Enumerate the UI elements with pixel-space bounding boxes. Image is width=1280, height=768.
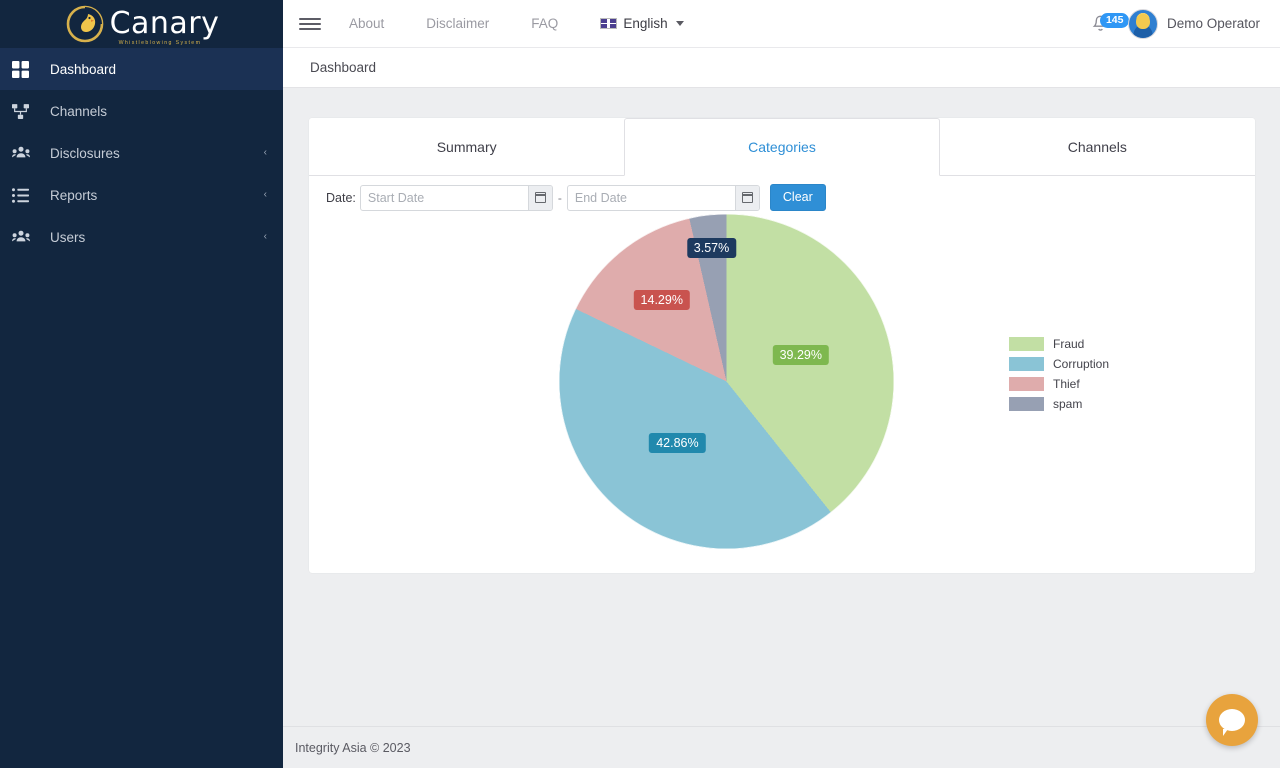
tab-categories[interactable]: Categories — [624, 118, 940, 176]
sidebar-item-label: Users — [50, 229, 86, 245]
main-region: About Disclaimer FAQ English 145 Demo Op… — [283, 0, 1280, 768]
sidebar-item-reports[interactable]: Reports ‹ — [0, 174, 283, 216]
sidebar-item-label: Disclosures — [50, 145, 120, 161]
pie-label-spam: 3.57% — [686, 238, 737, 259]
sidebar-item-disclosures[interactable]: Disclosures ‹ — [0, 132, 283, 174]
end-date-placeholder: End Date — [574, 190, 628, 205]
nav-link-disclaimer[interactable]: Disclaimer — [426, 16, 489, 31]
sidebar-item-label: Dashboard — [50, 61, 117, 77]
sidebar-item-channels[interactable]: Channels — [0, 90, 283, 132]
legend-item[interactable]: Corruption — [1009, 357, 1109, 371]
sitemap-icon — [12, 103, 40, 120]
dashboard-card: Summary Categories Channels Date: Start … — [309, 118, 1255, 573]
breadcrumb-current: Dashboard — [310, 60, 377, 75]
legend-label: Fraud — [1053, 337, 1085, 351]
legend-label: Thief — [1053, 377, 1080, 391]
page-footer: Integrity Asia © 2023 — [283, 726, 1280, 768]
legend-swatch — [1009, 337, 1044, 351]
sidebar-item-users[interactable]: Users ‹ — [0, 216, 283, 258]
calendar-icon — [534, 192, 547, 203]
nav-link-faq[interactable]: FAQ — [531, 16, 558, 31]
content-area: Summary Categories Channels Date: Start … — [283, 88, 1280, 726]
language-selector[interactable]: English — [600, 16, 684, 31]
calendar-icon — [741, 192, 754, 203]
chat-bubble-glyph — [1219, 709, 1245, 736]
pie-chart-graphic: 39.29% 42.86% 14.29% 3.57% — [559, 214, 894, 549]
topbar-right-group: 145 Demo Operator — [1092, 8, 1260, 39]
pie-label-thief: 14.29% — [633, 290, 690, 311]
pie-label-corruption: 42.86% — [649, 433, 706, 454]
notifications-button[interactable]: 145 — [1092, 11, 1130, 37]
user-name[interactable]: Demo Operator — [1167, 16, 1260, 31]
date-range-separator: - — [557, 190, 562, 205]
sidebar-item-label: Reports — [50, 187, 98, 203]
breadcrumb: Dashboard — [283, 48, 1280, 88]
brand-name: Canary — [109, 6, 220, 41]
uk-flag-icon — [600, 18, 618, 29]
footer-text: Integrity Asia © 2023 — [295, 740, 411, 755]
nav-link-about[interactable]: About — [349, 16, 384, 31]
date-filter-row: Date: Start Date - End Date Clear — [309, 176, 1255, 211]
brand-logo-area[interactable]: Canary Whistleblowing System — [0, 0, 283, 48]
pie-slices[interactable] — [559, 214, 894, 549]
legend-swatch — [1009, 397, 1044, 411]
chevron-down-icon — [675, 21, 684, 26]
sidebar: Canary Whistleblowing System Dashboard C… — [0, 0, 283, 768]
canary-bird-logo — [64, 3, 106, 45]
hamburger-icon[interactable] — [297, 11, 323, 37]
start-date-field[interactable]: Start Date — [359, 184, 553, 211]
start-date-calendar-button[interactable] — [527, 185, 552, 210]
tab-bar: Summary Categories Channels — [309, 118, 1255, 176]
pie-label-fraud: 39.29% — [772, 345, 829, 366]
notification-count-badge: 145 — [1099, 12, 1130, 28]
end-date-field[interactable]: End Date — [566, 184, 760, 211]
brand-tagline: Whistleblowing System — [118, 39, 202, 46]
categories-pie-chart: 39.29% 42.86% 14.29% 3.57% Fraud Corrupt… — [309, 211, 1255, 561]
start-date-placeholder: Start Date — [367, 190, 425, 205]
legend-label: spam — [1053, 397, 1083, 411]
top-navbar: About Disclaimer FAQ English 145 Demo Op… — [283, 0, 1280, 48]
chat-bubble-icon[interactable] — [1206, 694, 1258, 746]
user-avatar[interactable] — [1127, 8, 1158, 39]
sidebar-item-label: Channels — [50, 103, 108, 119]
legend-swatch — [1009, 377, 1044, 391]
legend-swatch — [1009, 357, 1044, 371]
tab-channels[interactable]: Channels — [939, 118, 1255, 176]
date-filter-label: Date: — [326, 190, 356, 205]
chart-legend: Fraud Corruption Thief spam — [1009, 337, 1109, 411]
chevron-left-icon: ‹ — [263, 231, 267, 242]
legend-label: Corruption — [1053, 357, 1110, 371]
app-root: Canary Whistleblowing System Dashboard C… — [0, 0, 1280, 768]
chevron-left-icon: ‹ — [263, 147, 267, 158]
language-label: English — [623, 16, 668, 31]
list-icon — [12, 187, 40, 204]
end-date-calendar-button[interactable] — [734, 185, 759, 210]
users-group-icon — [12, 144, 40, 162]
sidebar-nav: Dashboard Channels Disclosures ‹ Reports… — [0, 48, 283, 258]
legend-item[interactable]: spam — [1009, 397, 1109, 411]
chevron-left-icon: ‹ — [263, 189, 267, 200]
clear-button[interactable]: Clear — [769, 184, 826, 211]
legend-item[interactable]: Fraud — [1009, 337, 1109, 351]
users-group-icon — [12, 228, 40, 246]
tab-summary[interactable]: Summary — [309, 118, 625, 176]
grid-icon — [12, 60, 40, 78]
legend-item[interactable]: Thief — [1009, 377, 1109, 391]
sidebar-item-dashboard[interactable]: Dashboard — [0, 48, 283, 90]
